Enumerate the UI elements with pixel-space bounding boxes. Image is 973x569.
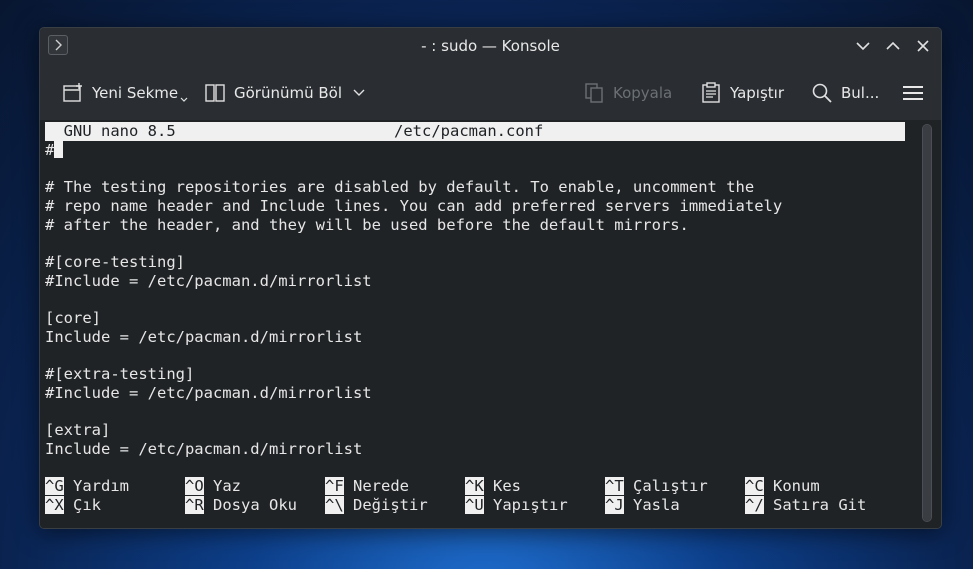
close-icon [917, 40, 929, 52]
chevron-up-icon [886, 41, 900, 50]
search-icon [812, 83, 832, 103]
shortcut-label: Değiştir [353, 496, 428, 514]
chevron-down-icon [353, 89, 365, 96]
shortcut-label: Dosya Oku [213, 496, 298, 514]
shortcut-label: Kes [493, 477, 522, 495]
shortcut-key: ^X [45, 496, 64, 514]
shortcut-label: Nerede [353, 477, 410, 495]
dropdown-arrow-icon [180, 97, 188, 102]
shortcut-help[interactable]: ^G Yardım [45, 477, 129, 496]
shortcut-key: ^F [325, 477, 344, 495]
shortcut-key: ^C [745, 477, 764, 495]
shortcut-exit[interactable]: ^X Çık [45, 496, 101, 515]
shortcut-where-is[interactable]: ^F Nerede [325, 477, 409, 496]
split-view-button[interactable]: Görünümü Böl [204, 81, 366, 105]
konsole-window: - : sudo — Konsole Yeni Sekme Görünümü B… [39, 27, 942, 529]
shortcut-label: Yapıştır [493, 496, 568, 514]
find-label: Bul... [841, 84, 880, 102]
paste-label: Yapıştır [730, 84, 785, 102]
shortcut-key: ^K [465, 477, 484, 495]
shortcut-read-file[interactable]: ^R Dosya Oku [185, 496, 297, 515]
hamburger-menu-icon [903, 86, 923, 100]
terminal-area[interactable]: GNU nano 8.5/etc/pacman.conf # # The tes… [40, 120, 941, 528]
shortcut-key: ^J [605, 496, 624, 514]
editor-line-1: # [45, 141, 64, 160]
shortcut-go-to-line[interactable]: ^/ Satıra Git [745, 496, 866, 515]
editor-line: Include = /etc/pacman.d/mirrorlist [45, 440, 363, 458]
minimize-button[interactable] [853, 36, 873, 56]
paste-icon [702, 82, 720, 103]
shortcut-key: ^R [185, 496, 204, 514]
titlebar: - : sudo — Konsole [40, 28, 941, 64]
window-title: - : sudo — Konsole [421, 37, 560, 55]
shortcut-justify[interactable]: ^J Yasla [605, 496, 680, 515]
editor-line-1-text: # [45, 141, 55, 159]
hamburger-menu-button[interactable] [902, 81, 924, 105]
nano-filename: /etc/pacman.conf [394, 122, 544, 140]
editor-line: Include = /etc/pacman.d/mirrorlist [45, 328, 363, 346]
editor-line: #[extra-testing] [45, 365, 195, 383]
editor-line: # The testing repositories are disabled … [45, 178, 755, 196]
shortcut-label: Çalıştır [633, 477, 708, 495]
new-tab-icon [63, 83, 82, 102]
shortcut-location[interactable]: ^C Konum [745, 477, 820, 496]
editor-line: #Include = /etc/pacman.d/mirrorlist [45, 272, 372, 290]
editor-line: #Include = /etc/pacman.d/mirrorlist [45, 384, 372, 402]
text-cursor [54, 141, 64, 158]
shortcut-key: ^O [185, 477, 204, 495]
shortcut-replace[interactable]: ^\ Değiştir [325, 496, 428, 515]
shortcut-label: Yardım [73, 477, 130, 495]
shortcut-paste[interactable]: ^U Yapıştır [465, 496, 568, 515]
close-button[interactable] [913, 36, 933, 56]
editor-line: # repo name header and Include lines. Yo… [45, 197, 783, 215]
shortcut-execute[interactable]: ^T Çalıştır [605, 477, 708, 496]
shortcut-key: ^U [465, 496, 484, 514]
shortcut-key: ^\ [325, 496, 344, 514]
toolbar: Yeni Sekme Görünümü Böl Kopyala Yapıştır… [40, 64, 941, 120]
shortcut-label: Çık [73, 496, 102, 514]
shortcut-write[interactable]: ^O Yaz [185, 477, 241, 496]
shortcut-key: ^G [45, 477, 64, 495]
new-tab-label: Yeni Sekme [92, 84, 179, 102]
editor-line: #[core-testing] [45, 253, 185, 271]
copy-icon [585, 83, 603, 103]
shortcut-label: Yasla [633, 496, 680, 514]
editor-line: [core] [45, 309, 101, 327]
nano-header: GNU nano 8.5/etc/pacman.conf [45, 122, 905, 141]
split-view-label: Görünümü Böl [234, 84, 343, 102]
nano-version: GNU nano 8.5 [45, 122, 176, 140]
editor-line: # after the header, and they will be use… [45, 216, 689, 234]
paste-button[interactable]: Yapıştır [700, 81, 784, 105]
copy-label: Kopyala [613, 84, 673, 102]
shortcut-label: Yaz [213, 477, 242, 495]
split-view-icon [205, 84, 225, 102]
new-tab-button[interactable]: Yeni Sekme [62, 81, 188, 105]
copy-button[interactable]: Kopyala [583, 81, 672, 105]
maximize-button[interactable] [883, 36, 903, 56]
find-button[interactable]: Bul... [811, 81, 879, 105]
shortcut-cut[interactable]: ^K Kes [465, 477, 521, 496]
shortcut-key: ^T [605, 477, 624, 495]
shortcut-key: ^/ [745, 496, 764, 514]
scrollbar-thumb[interactable] [923, 125, 931, 521]
shortcut-label: Konum [773, 477, 820, 495]
chevron-down-icon [856, 42, 870, 51]
editor-line: [extra] [45, 421, 111, 439]
shortcut-label: Satıra Git [773, 496, 867, 514]
